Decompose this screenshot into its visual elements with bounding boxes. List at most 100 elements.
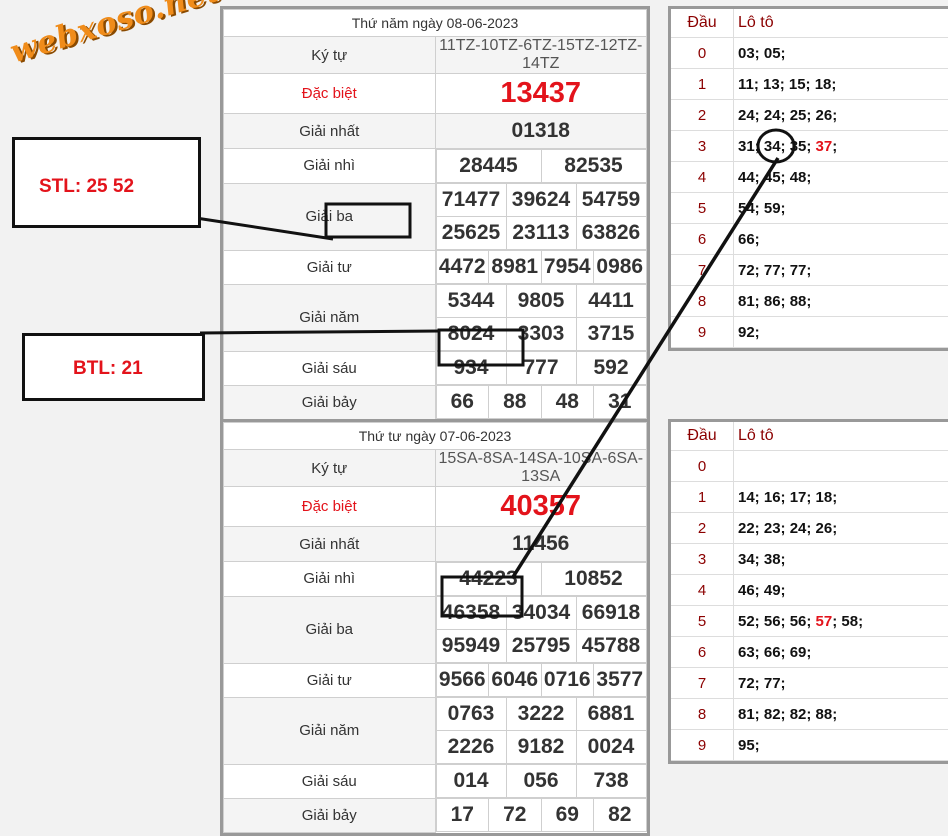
loto-row: 772; 77; 77; bbox=[671, 255, 948, 286]
loto-text: 52; 56; 56; bbox=[738, 613, 816, 630]
loto-row: 331; 34; 35; 37; bbox=[671, 131, 948, 162]
giai-nam-value: 8024 bbox=[436, 318, 506, 351]
giai-nam-value: 3715 bbox=[576, 318, 646, 351]
giai-nam-value: 9805 bbox=[506, 285, 576, 318]
loto-text: 22; 23; 24; 26; bbox=[738, 520, 837, 537]
loto-dau: 5 bbox=[671, 193, 734, 224]
label-dac-biet: Đặc biệt bbox=[224, 487, 436, 527]
loto-text: 24; 24; 25; 26; bbox=[738, 107, 837, 124]
loto-row: 992; bbox=[671, 317, 948, 348]
giai-nhat-value: 11456 bbox=[435, 527, 647, 562]
loto-dau: 7 bbox=[671, 668, 734, 699]
loto-row: 995; bbox=[671, 730, 948, 761]
giai-tu-value: 3577 bbox=[594, 664, 647, 697]
site-logo[interactable]: webxoso.net bbox=[6, 0, 225, 70]
loto-values: 31; 34; 35; 37; bbox=[734, 131, 948, 162]
label-giai-tu: Giải tư bbox=[224, 663, 436, 697]
loto-dau: 8 bbox=[671, 286, 734, 317]
loto-dau: 7 bbox=[671, 255, 734, 286]
loto-dau: 0 bbox=[671, 38, 734, 69]
loto-text: 92; bbox=[738, 324, 760, 341]
label-giai-bay: Giải bảy bbox=[224, 385, 436, 419]
giai-bay-value: 17 bbox=[436, 799, 489, 832]
giai-bay-value: 69 bbox=[541, 799, 594, 832]
loto-values: 44; 45; 48; bbox=[734, 162, 948, 193]
loto-dau: 4 bbox=[671, 162, 734, 193]
loto-values: 95; bbox=[734, 730, 948, 761]
result-date: Thứ tư ngày 07-06-2023 bbox=[224, 423, 647, 450]
giai-nhi-value: 28445 bbox=[436, 150, 541, 183]
result-table-1: Thứ năm ngày 08-06-2023 Ký tự 11TZ-10TZ-… bbox=[220, 6, 650, 423]
loto-dau: 9 bbox=[671, 317, 734, 348]
loto-text: 31; 34; 35; bbox=[738, 138, 816, 155]
giai-ba-value: 23113 bbox=[506, 217, 576, 250]
loto-text: 63; 66; 69; bbox=[738, 644, 811, 661]
loto-text: ; bbox=[832, 138, 837, 155]
giai-sau-value: 738 bbox=[576, 765, 646, 798]
label-ky-tu: Ký tự bbox=[224, 37, 436, 74]
giai-bay-value: 82 bbox=[594, 799, 647, 832]
giai-sau-value: 056 bbox=[506, 765, 576, 798]
giai-tu-value: 0986 bbox=[594, 251, 647, 284]
giai-nam-value: 2226 bbox=[436, 731, 506, 764]
label-giai-nam: Giải năm bbox=[224, 284, 436, 351]
giai-sau-value: 592 bbox=[576, 352, 646, 385]
giai-nam-value: 5344 bbox=[436, 285, 506, 318]
giai-bay-value: 31 bbox=[594, 386, 647, 419]
loto-row: 663; 66; 69; bbox=[671, 637, 948, 668]
loto-dau: 5 bbox=[671, 606, 734, 637]
loto-values bbox=[734, 451, 948, 482]
loto-row: 881; 86; 88; bbox=[671, 286, 948, 317]
giai-nhi-value: 44223 bbox=[436, 563, 541, 596]
loto-text: 14; 16; 17; 18; bbox=[738, 489, 837, 506]
label-giai-bay: Giải bảy bbox=[224, 798, 436, 832]
loto-dau: 8 bbox=[671, 699, 734, 730]
loto-dau: 4 bbox=[671, 575, 734, 606]
loto-row: 003; 05; bbox=[671, 38, 948, 69]
giai-ba-value: 25795 bbox=[506, 630, 576, 663]
ky-tu-value: 11TZ-10TZ-6TZ-15TZ-12TZ-14TZ bbox=[435, 37, 647, 74]
result-date: Thứ năm ngày 08-06-2023 bbox=[224, 10, 647, 37]
giai-nam-value: 6881 bbox=[576, 698, 646, 731]
giai-nam-value: 3222 bbox=[506, 698, 576, 731]
loto-row: 222; 23; 24; 26; bbox=[671, 513, 948, 544]
label-giai-sau: Giải sáu bbox=[224, 351, 436, 385]
loto-text: 81; 86; 88; bbox=[738, 293, 811, 310]
giai-bay-value: 66 bbox=[436, 386, 489, 419]
loto-dau: 9 bbox=[671, 730, 734, 761]
loto-values: 92; bbox=[734, 317, 948, 348]
loto-values: 34; 38; bbox=[734, 544, 948, 575]
giai-nhi-value: 10852 bbox=[541, 563, 646, 596]
loto-text: 46; 49; bbox=[738, 582, 786, 599]
label-giai-sau: Giải sáu bbox=[224, 764, 436, 798]
label-giai-tu: Giải tư bbox=[224, 250, 436, 284]
giai-tu-value: 7954 bbox=[541, 251, 594, 284]
loto-text: 44; 45; 48; bbox=[738, 169, 811, 186]
loto-dau: 3 bbox=[671, 131, 734, 162]
giai-tu-value: 4472 bbox=[436, 251, 489, 284]
giai-ba-value: 95949 bbox=[436, 630, 506, 663]
loto-values: 03; 05; bbox=[734, 38, 948, 69]
loto-row: 224; 24; 25; 26; bbox=[671, 100, 948, 131]
loto-values: 52; 56; 56; 57; 58; bbox=[734, 606, 948, 637]
result-table-2: Thứ tư ngày 07-06-2023 Ký tự 15SA-8SA-14… bbox=[220, 419, 650, 836]
giai-nam-value: 0024 bbox=[576, 731, 646, 764]
giai-ba-value: 63826 bbox=[576, 217, 646, 250]
label-giai-ba: Giải ba bbox=[224, 596, 436, 663]
loto-row: 772; 77; bbox=[671, 668, 948, 699]
loto-values: 81; 86; 88; bbox=[734, 286, 948, 317]
loto-dau: 3 bbox=[671, 544, 734, 575]
stl-text: STL: 25 52 bbox=[39, 176, 134, 198]
giai-nhi-value: 82535 bbox=[541, 150, 646, 183]
label-giai-nam: Giải năm bbox=[224, 697, 436, 764]
giai-tu-value: 9566 bbox=[436, 664, 489, 697]
loto-dau: 2 bbox=[671, 513, 734, 544]
loto-row: 334; 38; bbox=[671, 544, 948, 575]
loto-text: 54; 59; bbox=[738, 200, 786, 217]
loto-dau: 0 bbox=[671, 451, 734, 482]
loto-text: ; 58; bbox=[832, 613, 863, 630]
label-dac-biet: Đặc biệt bbox=[224, 74, 436, 114]
loto-dau: 6 bbox=[671, 224, 734, 255]
loto-header-dau: Đầu bbox=[671, 422, 734, 451]
giai-nhat-value: 01318 bbox=[435, 114, 647, 149]
